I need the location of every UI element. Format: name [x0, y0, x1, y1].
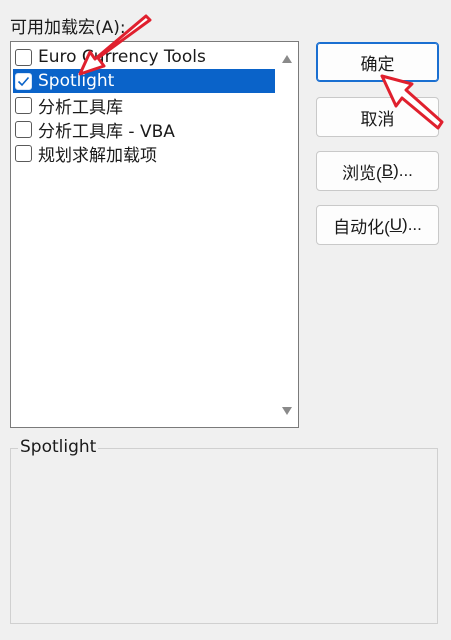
automation-suffix: )... — [402, 215, 422, 234]
scroll-down-arrow-icon[interactable] — [282, 407, 292, 415]
description-title: Spotlight — [18, 437, 99, 457]
addin-checkbox[interactable] — [15, 48, 32, 66]
addin-item-solver[interactable]: 规划求解加载项 — [13, 141, 157, 166]
available-addins-label: 可用加载宏(A): — [10, 13, 126, 38]
addin-label: Spotlight — [38, 71, 115, 91]
automation-label: 自动化( — [333, 217, 390, 237]
browse-label: 浏览( — [342, 163, 382, 183]
description-group — [10, 448, 438, 624]
addin-checkbox[interactable] — [15, 72, 32, 90]
addin-checkbox[interactable] — [15, 96, 32, 114]
addins-listbox[interactable]: Euro Currency Tools Spotlight 分析工具库 分析工具… — [10, 41, 299, 428]
addin-label: 规划求解加载项 — [38, 145, 157, 166]
addin-checkbox[interactable] — [15, 144, 32, 162]
ok-button[interactable]: 确定 — [316, 42, 439, 82]
addin-item-euro-currency-tools[interactable]: Euro Currency Tools — [13, 45, 206, 69]
addin-checkbox[interactable] — [15, 120, 32, 138]
addin-label: 分析工具库 - VBA — [38, 121, 175, 142]
addin-label: 分析工具库 — [38, 97, 123, 118]
checkmark-icon — [17, 76, 30, 86]
addin-item-analysis-toolpak-vba[interactable]: 分析工具库 - VBA — [13, 117, 175, 142]
addin-label: Euro Currency Tools — [38, 47, 206, 67]
list-label-text: 可用加载宏 — [10, 18, 95, 38]
automation-hotkey: U — [389, 215, 403, 234]
browse-button[interactable]: 浏览(B)... — [316, 151, 439, 191]
browse-hotkey: B — [381, 161, 394, 180]
scroll-up-arrow-icon[interactable] — [282, 55, 292, 63]
browse-suffix: )... — [393, 161, 413, 180]
cancel-button[interactable]: 取消 — [316, 97, 439, 137]
list-label-hotkey: (A): — [95, 18, 126, 38]
addin-item-analysis-toolpak[interactable]: 分析工具库 — [13, 93, 123, 118]
addin-item-spotlight[interactable]: Spotlight — [13, 69, 275, 93]
automation-button[interactable]: 自动化(U)... — [316, 205, 439, 245]
